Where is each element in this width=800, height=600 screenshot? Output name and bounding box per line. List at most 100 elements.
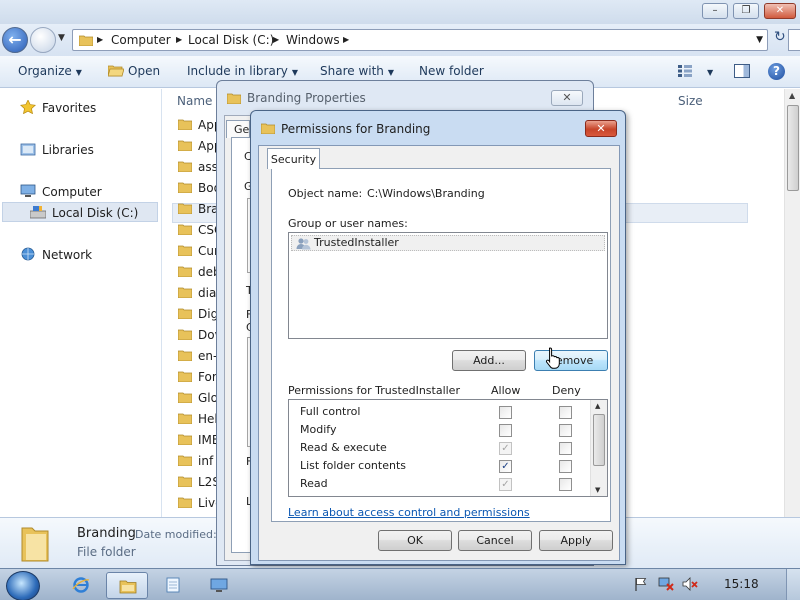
file-row[interactable]: App <box>178 118 221 138</box>
details-date-modified-label: Date modified: <box>135 528 217 541</box>
cancel-button[interactable]: Cancel <box>458 530 532 551</box>
file-row[interactable]: Cur <box>178 244 219 264</box>
permissions-scrollbar[interactable]: ▲ ▼ <box>590 400 607 496</box>
deny-checkbox[interactable] <box>559 478 572 491</box>
breadcrumb-local-disk[interactable]: Local Disk (C:) <box>188 33 274 47</box>
tab-general[interactable]: Ge <box>226 120 250 138</box>
vertical-scrollbar[interactable]: ▲ <box>784 89 800 517</box>
file-row[interactable]: deb <box>178 265 221 285</box>
back-button[interactable]: ← <box>2 27 28 53</box>
object-name-label: Object name: <box>288 187 363 200</box>
taskbar-internet-explorer[interactable] <box>60 572 102 599</box>
system-clock[interactable]: 15:18 <box>724 577 759 591</box>
properties-close-button[interactable]: ✕ <box>551 90 583 106</box>
new-folder-button[interactable]: New folder <box>419 64 484 78</box>
preview-pane-icon[interactable] <box>734 64 750 78</box>
deny-checkbox[interactable] <box>559 424 572 437</box>
help-icon[interactable]: ? <box>768 63 785 80</box>
file-row[interactable]: Hel <box>178 412 218 432</box>
file-name: Hel <box>198 412 218 426</box>
view-dropdown-icon[interactable]: ▼ <box>703 64 713 78</box>
taskbar-remote-desktop[interactable] <box>198 572 240 599</box>
permissions-close-button[interactable]: ✕ <box>585 120 617 137</box>
file-row[interactable]: Glo <box>178 391 218 411</box>
maximize-button[interactable]: ❐ <box>733 3 759 19</box>
refresh-icon[interactable]: ↻ <box>774 29 786 45</box>
file-row[interactable]: For <box>178 370 217 390</box>
nav-network[interactable]: Network <box>20 247 92 262</box>
taskbar-windows-explorer[interactable] <box>106 572 148 599</box>
file-name: Glo <box>198 391 218 405</box>
deny-checkbox[interactable] <box>559 442 572 455</box>
volume-muted-icon[interactable] <box>682 577 698 591</box>
nav-libraries[interactable]: Libraries <box>20 142 94 157</box>
folder-icon <box>178 476 192 487</box>
permission-row-partial <box>289 493 591 497</box>
apply-button[interactable]: Apply <box>539 530 613 551</box>
close-button[interactable]: ✕ <box>764 3 796 19</box>
start-button[interactable] <box>6 571 40 600</box>
star-icon <box>20 100 36 114</box>
breadcrumb-arrow-icon[interactable]: ▶ <box>273 35 279 44</box>
file-row[interactable]: Dig <box>178 307 218 327</box>
breadcrumb-arrow-icon[interactable]: ▶ <box>176 35 182 44</box>
minimize-button[interactable]: – <box>702 3 728 19</box>
file-row[interactable]: inf <box>178 454 213 474</box>
forward-button[interactable] <box>30 27 56 53</box>
permissions-dialog: Permissions for Branding ✕ Security Obje… <box>250 110 626 565</box>
change-view-icon[interactable] <box>678 65 692 77</box>
tab-security[interactable]: Security <box>267 148 320 169</box>
nav-local-disk-label: Local Disk (C:) <box>52 206 139 220</box>
file-row[interactable]: en- <box>178 349 217 369</box>
column-header-size[interactable]: Size <box>678 94 703 108</box>
group-list-item-trustedinstaller[interactable]: TrustedInstaller <box>291 235 605 251</box>
allow-checkbox[interactable] <box>499 406 512 419</box>
scroll-down-arrow-icon[interactable]: ▼ <box>595 486 600 494</box>
nav-local-disk[interactable]: Local Disk (C:) <box>30 205 138 220</box>
file-row[interactable]: IME <box>178 433 219 453</box>
breadcrumb-arrow-icon[interactable]: ▶ <box>343 35 349 44</box>
ok-button[interactable]: OK <box>378 530 452 551</box>
scroll-up-arrow-icon[interactable]: ▲ <box>789 91 795 100</box>
access-control-help-link[interactable]: Learn about access control and permissio… <box>288 506 530 519</box>
share-with-menu[interactable]: Share with ▼ <box>320 64 394 78</box>
breadcrumb-computer[interactable]: Computer <box>111 33 171 47</box>
nav-computer[interactable]: Computer <box>20 184 102 199</box>
column-header-name[interactable]: Name <box>177 94 212 108</box>
folder-icon <box>178 329 192 340</box>
include-in-library-menu[interactable]: Include in library ▼ <box>187 64 298 78</box>
nav-favorites[interactable]: Favorites <box>20 100 96 115</box>
breadcrumb-arrow-icon[interactable]: ▶ <box>97 35 103 44</box>
recent-pages-dropdown[interactable]: ▼ <box>58 33 65 43</box>
nav-computer-label: Computer <box>42 185 102 199</box>
address-field[interactable]: ▶ Computer ▶ Local Disk (C:) ▶ Windows ▶… <box>72 29 768 51</box>
scrollbar-thumb[interactable] <box>787 105 799 191</box>
show-desktop-button[interactable] <box>786 569 800 600</box>
file-row[interactable]: L2S <box>178 475 220 495</box>
file-row[interactable]: App <box>178 139 221 159</box>
folder-icon <box>178 434 192 445</box>
deny-checkbox[interactable] <box>559 460 572 473</box>
search-box[interactable] <box>788 29 800 51</box>
scrollbar-thumb[interactable] <box>593 414 605 466</box>
deny-checkbox[interactable] <box>559 406 572 419</box>
allow-checkbox[interactable]: ✓ <box>499 460 512 473</box>
address-dropdown-icon[interactable]: ▼ <box>756 35 763 45</box>
organize-label: Organize <box>18 64 72 78</box>
file-row[interactable]: Bra <box>178 202 219 222</box>
action-center-flag-icon[interactable] <box>634 577 648 591</box>
network-status-icon[interactable] <box>658 577 674 591</box>
folder-icon <box>178 371 192 382</box>
organize-menu[interactable]: Organize ▼ <box>18 64 82 78</box>
folder-icon <box>178 350 192 361</box>
add-button[interactable]: Add... <box>452 350 526 371</box>
deny-checkbox[interactable] <box>559 496 572 497</box>
scroll-up-arrow-icon[interactable]: ▲ <box>595 402 600 410</box>
explorer-title-bar[interactable]: – ❐ ✕ <box>0 0 800 24</box>
file-row[interactable]: Boo <box>178 181 221 201</box>
allow-checkbox[interactable] <box>499 424 512 437</box>
breadcrumb-windows[interactable]: Windows <box>286 33 340 47</box>
group-user-list[interactable]: TrustedInstaller <box>288 232 608 339</box>
taskbar-notepad[interactable] <box>152 572 194 599</box>
open-button[interactable]: Open <box>107 64 160 78</box>
